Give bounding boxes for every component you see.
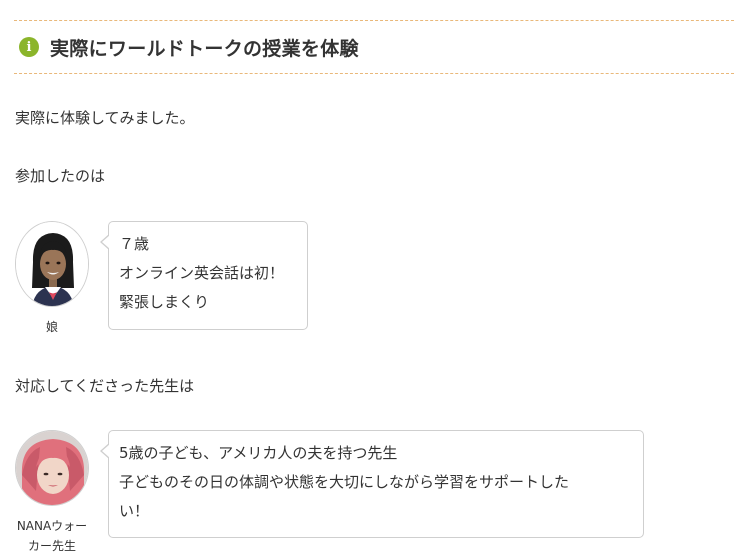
speaker-name: NANAウォー カー先生 bbox=[13, 516, 91, 556]
paragraph-participant: 参加したのは bbox=[15, 167, 106, 185]
heading-text: 実際にワールドトークの授業を体験 bbox=[50, 37, 359, 60]
bubble-line: オンライン英会話は初！ bbox=[119, 264, 285, 282]
speaker-daughter: 娘 bbox=[13, 221, 91, 337]
article-section: i 実際にワールドトークの授業を体験 実際に体験してみました。 参加したのは 娘… bbox=[0, 0, 744, 560]
paragraph-teacher-intro: 対応してくださった先生は bbox=[15, 377, 195, 395]
section-heading: i 実際にワールドトークの授業を体験 bbox=[14, 20, 734, 74]
speech-bubble: 5歳の子ども、アメリカ人の夫を持つ先生 子どものその日の体調や状態を大切にしなが… bbox=[100, 430, 644, 538]
speaker-teacher: NANAウォー カー先生 bbox=[13, 430, 91, 556]
bubble-line: 5歳の子ども、アメリカ人の夫を持つ先生 bbox=[119, 444, 398, 462]
bubble-line: ７歳 bbox=[119, 235, 150, 253]
paragraph-intro: 実際に体験してみました。 bbox=[15, 109, 195, 127]
speaker-name-line: カー先生 bbox=[27, 539, 76, 553]
bubble-line: 緊張しまくり bbox=[119, 293, 210, 311]
bubble-line: 子どものその日の体調や状態を大切にしながら学習をサポートした bbox=[119, 473, 570, 491]
speaker-name: 娘 bbox=[45, 320, 58, 334]
speech-bubble: ７歳 オンライン英会話は初！ 緊張しまくり bbox=[100, 221, 308, 330]
teacher-avatar bbox=[15, 430, 89, 506]
speaker-name-line: NANAウォー bbox=[16, 519, 88, 533]
daughter-avatar bbox=[15, 221, 89, 307]
info-icon: i bbox=[19, 37, 39, 57]
bubble-line: い！ bbox=[119, 502, 150, 520]
